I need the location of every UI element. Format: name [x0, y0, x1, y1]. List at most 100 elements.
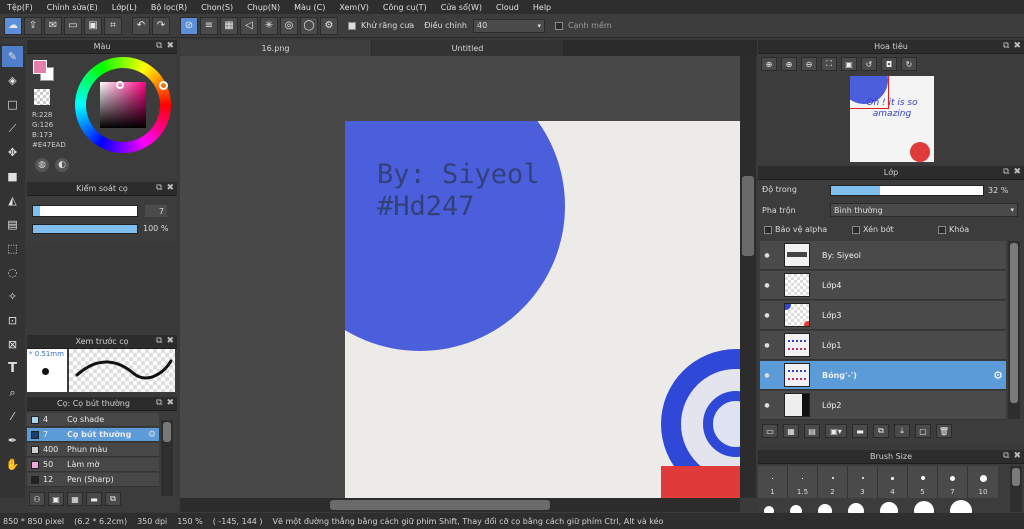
tab-untitled[interactable]: Untitled [372, 40, 564, 56]
popout-icon[interactable]: ⧉ [1003, 451, 1009, 461]
menu-capture[interactable]: Chụp(N) [240, 3, 287, 12]
redo-icon[interactable]: ↷ [152, 16, 170, 35]
folder-icon[interactable]: ▬ [852, 424, 868, 438]
layer-opacity-slider[interactable] [830, 185, 984, 196]
gear-icon[interactable]: ⚙ [993, 369, 1003, 382]
menu-cloud[interactable]: Cloud [489, 3, 526, 12]
text-tool-icon[interactable]: T [2, 358, 23, 379]
visibility-icon[interactable]: ● [760, 402, 774, 409]
new-halftone-layer-icon[interactable]: ▦ [783, 424, 799, 438]
popout-icon[interactable]: ⧉ [156, 183, 162, 193]
brush-size-scrollbar[interactable] [1010, 466, 1022, 512]
close-icon[interactable]: ✖ [1013, 451, 1021, 461]
close-icon[interactable]: ✖ [166, 41, 174, 51]
menu-edit[interactable]: Chỉnh sửa(E) [40, 3, 105, 12]
brush-item-pen-sharp[interactable]: 12 Pen (Sharp) [27, 473, 159, 487]
brush-size-5[interactable]: 5 [908, 466, 938, 498]
grid-ruler-icon[interactable]: ▦ [220, 16, 238, 35]
layers-scrollbar[interactable] [1008, 241, 1020, 419]
scrollbar-thumb[interactable] [742, 176, 754, 256]
brush-size-slider[interactable] [32, 205, 138, 217]
menu-tools[interactable]: Công cụ(T) [376, 3, 434, 12]
brush-size-1-5[interactable]: 1.5 [788, 466, 818, 498]
layer-row-lop4[interactable]: ● Lớp4 [760, 271, 1006, 300]
select-pen-tool-icon[interactable]: ⊡ [2, 310, 23, 331]
layer-row-by-siyeol[interactable]: ● By: Siyeol [760, 241, 1006, 270]
export-icon[interactable]: ⇪ [24, 16, 42, 35]
zoom-in-icon[interactable]: ⊕ [761, 57, 777, 71]
foreground-color-swatch[interactable] [33, 60, 47, 74]
merge-layer-icon[interactable]: ⤓ [894, 424, 910, 438]
ellipse-icon[interactable]: ◯ [300, 16, 318, 35]
canvas-viewport[interactable]: By: Siyeol #Hd247 [180, 56, 740, 498]
popout-icon[interactable]: ⧉ [156, 41, 162, 51]
radial-icon[interactable]: ✳ [260, 16, 278, 35]
eyedropper-tool-icon[interactable]: ⁄ [2, 406, 23, 427]
transparent-color-swatch[interactable] [34, 89, 50, 105]
popout-icon[interactable]: ⧉ [1003, 167, 1009, 177]
bucket-tool-icon[interactable]: ◭ [2, 190, 23, 211]
visibility-icon[interactable]: ● [760, 252, 774, 259]
delete-layer-icon[interactable]: 🗑 [936, 424, 952, 438]
protect-alpha-option[interactable]: Bảo vệ alpha [764, 225, 827, 234]
close-icon[interactable]: ✖ [166, 398, 174, 408]
palette-icon[interactable]: ◍ [35, 158, 49, 172]
move-tool-icon[interactable]: ✥ [2, 142, 23, 163]
brush-size-value[interactable]: 7 [145, 205, 167, 217]
scrollbar-thumb[interactable] [330, 500, 550, 510]
crop-icon[interactable]: ⌗ [104, 16, 122, 35]
fill-rect-tool-icon[interactable]: ■ [2, 166, 23, 187]
saturation-value-square[interactable] [100, 82, 146, 128]
new-layer-icon[interactable]: ▭ [762, 424, 778, 438]
divide-tool-icon[interactable]: ⌕ [2, 382, 23, 403]
antialias-checkbox[interactable] [348, 21, 356, 30]
brush-item-normal-pen[interactable]: 7 Cọ bút thường ⚙ [27, 428, 159, 442]
brush-size-4[interactable]: 4 [878, 466, 908, 498]
zoom-icon[interactable]: ⊕ [781, 57, 797, 71]
scrollbar-thumb[interactable] [1010, 243, 1018, 403]
smooth-checkbox[interactable] [554, 21, 563, 30]
correction-select[interactable]: 40 ▾ [472, 18, 545, 33]
visibility-icon[interactable]: ● [760, 372, 774, 379]
canvas-vertical-scrollbar[interactable] [740, 56, 756, 498]
comment-icon[interactable]: ✉ [44, 16, 62, 35]
clear-layer-icon[interactable]: ▢ [915, 424, 931, 438]
add-layer-dropdown-icon[interactable]: ▣▾ [825, 424, 847, 438]
sv-picker-handle[interactable] [116, 81, 124, 89]
duplicate-icon[interactable]: ⧉ [105, 492, 121, 506]
navigator-preview[interactable]: Oh ! it is so amazing [850, 76, 934, 162]
menu-select[interactable]: Chọn(S) [194, 3, 240, 12]
folder-icon[interactable]: ▬ [86, 492, 102, 506]
eraser-tool-icon[interactable]: ◈ [2, 70, 23, 91]
menu-filter[interactable]: Bộ lọc(R) [144, 3, 194, 12]
clipping-option[interactable]: Xén bớt [852, 225, 894, 234]
brush-list-scrollbar[interactable] [161, 420, 173, 496]
rotate-right-icon[interactable]: ↻ [901, 57, 917, 71]
shape-tool-icon[interactable]: □ [2, 94, 23, 115]
fit-window-icon[interactable]: ⛶ [821, 57, 837, 71]
add-brush-icon[interactable]: ▣ [48, 492, 64, 506]
perspective-icon[interactable]: ◁ [240, 16, 258, 35]
select-eraser-tool-icon[interactable]: ⊠ [2, 334, 23, 355]
lock-option[interactable]: Khóa [938, 225, 969, 234]
brush-item-shade[interactable]: 4 Cọ shade [27, 413, 159, 427]
hue-wheel[interactable] [75, 57, 171, 153]
parallel-ruler-icon[interactable]: ≡ [200, 16, 218, 35]
magic-wand-tool-icon[interactable]: ✧ [2, 286, 23, 307]
menu-color[interactable]: Màu (C) [287, 3, 332, 12]
brush-settings-icon[interactable]: ▦ [67, 492, 83, 506]
close-icon[interactable]: ✖ [166, 336, 174, 346]
menu-file[interactable]: Tệp(F) [0, 3, 40, 12]
menu-layer[interactable]: Lớp(L) [105, 3, 144, 12]
brush-item-blur[interactable]: 50 Làm mờ [27, 458, 159, 472]
visibility-icon[interactable]: ● [760, 312, 774, 319]
lock-checkbox[interactable] [938, 225, 946, 234]
undo-icon[interactable]: ↶ [132, 16, 150, 35]
canvas-horizontal-scrollbar[interactable] [180, 498, 740, 512]
select-rect-tool-icon[interactable]: ⬚ [2, 238, 23, 259]
brush-menu-icon[interactable]: ⚇ [29, 492, 45, 506]
scrollbar-thumb[interactable] [163, 422, 171, 442]
no-ruler-icon[interactable]: ⊘ [180, 16, 198, 35]
brush-size-1[interactable]: 1 [758, 466, 788, 498]
zoom-out-icon[interactable]: ⊖ [801, 57, 817, 71]
